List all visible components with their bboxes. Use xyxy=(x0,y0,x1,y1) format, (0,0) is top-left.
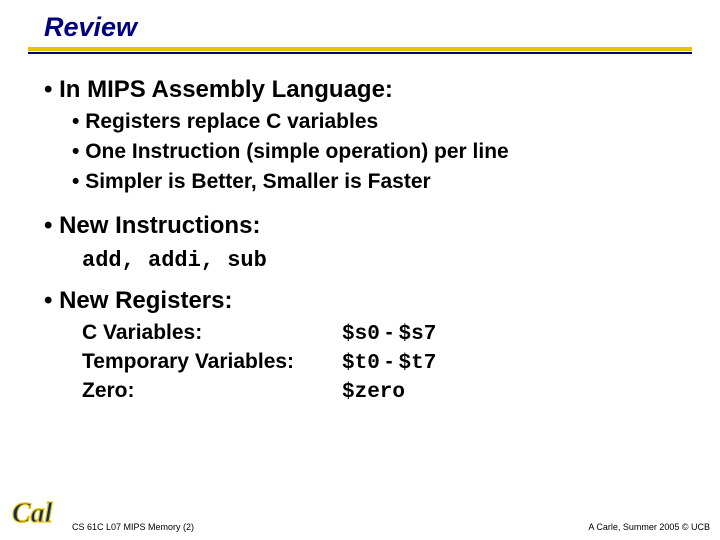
reg-label: Temporary Variables: xyxy=(82,350,342,374)
title-underline xyxy=(28,47,692,54)
footer-right-text: A Carle, Summer 2005 © UCB xyxy=(588,522,710,532)
footer-left-text: CS 61C L07 MIPS Memory (2) xyxy=(72,522,194,532)
svg-text:Cal: Cal xyxy=(12,498,53,529)
code-line: add, addi, sub xyxy=(82,248,680,273)
reg-value: $t0 - $t7 xyxy=(342,350,436,375)
reg-label: Zero: xyxy=(82,379,342,403)
slide-content: In MIPS Assembly Language: Registers rep… xyxy=(0,54,720,404)
reg-value: $zero xyxy=(342,381,405,404)
bullet-l1: In MIPS Assembly Language: xyxy=(44,76,680,104)
bullet-l2: One Instruction (simple operation) per l… xyxy=(72,140,680,164)
reg-value: $s0 - $s7 xyxy=(342,321,436,346)
bullet-l2: Registers replace C variables xyxy=(72,110,680,134)
bullet-l2: Simpler is Better, Smaller is Faster xyxy=(72,170,680,194)
bullet-l1: New Instructions: xyxy=(44,212,680,240)
cal-logo: Cal xyxy=(10,492,66,532)
table-row: C Variables: $s0 - $s7 xyxy=(82,321,680,346)
table-row: Zero: $zero xyxy=(82,379,680,404)
slide-footer: Cal CS 61C L07 MIPS Memory (2) A Carle, … xyxy=(0,492,720,532)
bullet-l1: New Registers: xyxy=(44,287,680,315)
slide-title: Review xyxy=(44,12,720,43)
register-table: C Variables: $s0 - $s7 Temporary Variabl… xyxy=(82,321,680,404)
table-row: Temporary Variables: $t0 - $t7 xyxy=(82,350,680,375)
reg-label: C Variables: xyxy=(82,321,342,345)
